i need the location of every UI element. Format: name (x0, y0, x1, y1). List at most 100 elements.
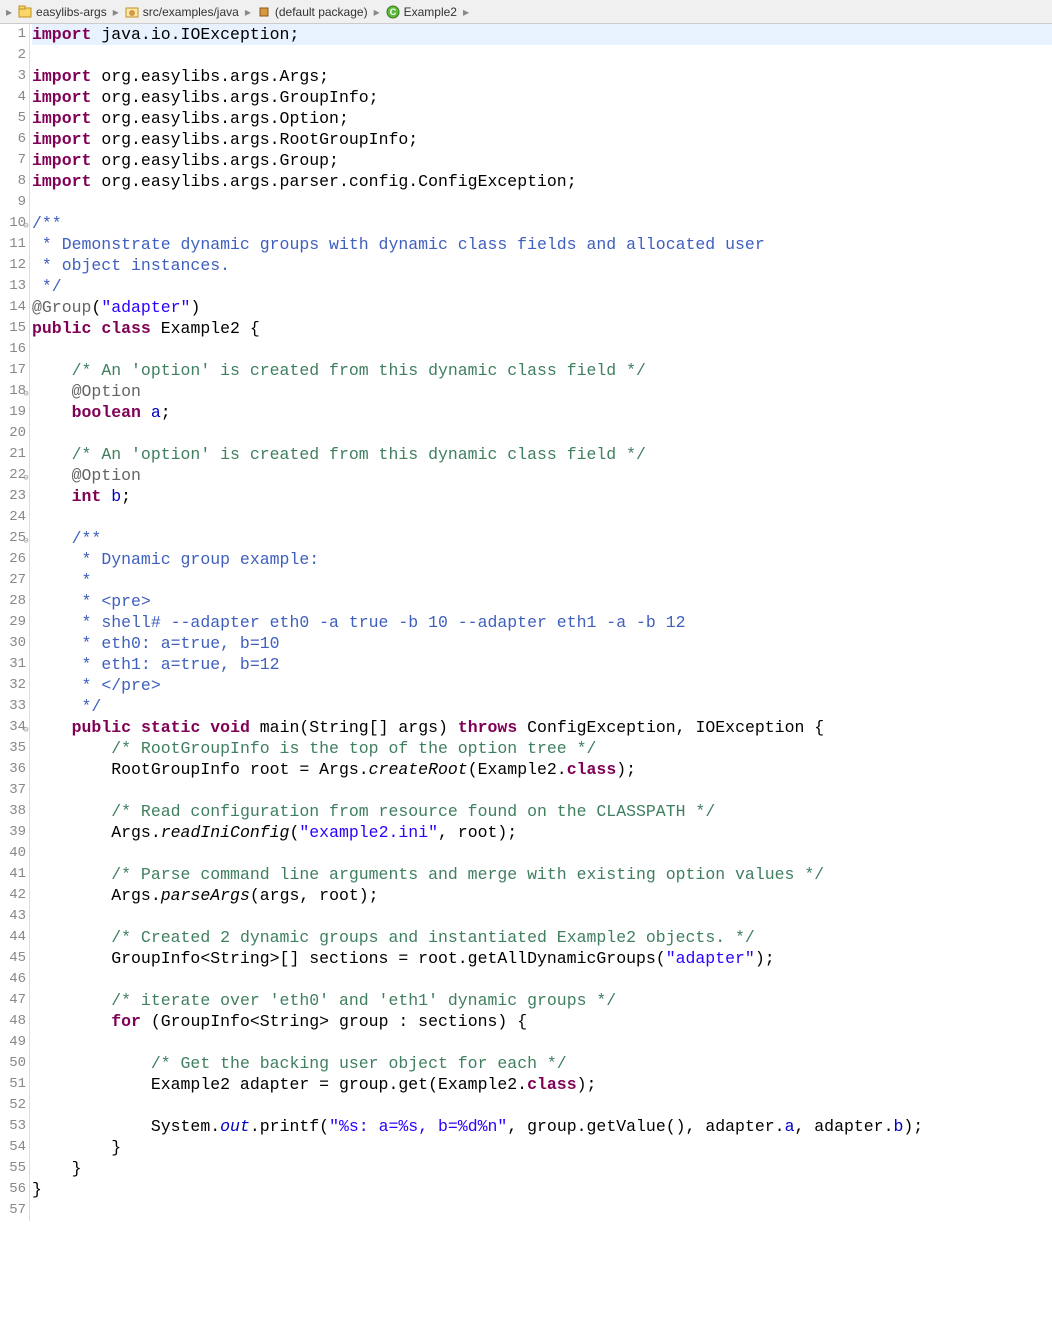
code-line[interactable]: /** (32, 213, 1052, 234)
code-line[interactable]: import org.easylibs.args.Option; (32, 108, 1052, 129)
code-token: Example2 { (151, 319, 260, 338)
code-line[interactable]: import org.easylibs.args.GroupInfo; (32, 87, 1052, 108)
code-line[interactable]: * shell# --adapter eth0 -a true -b 10 --… (32, 612, 1052, 633)
code-line[interactable]: * eth0: a=true, b=10 (32, 633, 1052, 654)
code-token: "%s: a=%s, b=%d%n" (329, 1117, 507, 1136)
line-number: 12 (0, 255, 29, 276)
code-line[interactable] (32, 339, 1052, 360)
code-line[interactable] (32, 45, 1052, 66)
code-line[interactable]: @Group("adapter") (32, 297, 1052, 318)
code-token (32, 529, 72, 548)
code-token: java.io.IOException; (91, 25, 299, 44)
code-token: GroupInfo<String>[] sections = root.getA… (32, 949, 666, 968)
line-number: 20 (0, 423, 29, 444)
code-line[interactable]: Example2 adapter = group.get(Example2.cl… (32, 1074, 1052, 1095)
code-token: /* RootGroupInfo is the top of the optio… (111, 739, 596, 758)
code-token: * eth1: a=true, b=12 (72, 655, 280, 674)
code-line[interactable]: import org.easylibs.args.RootGroupInfo; (32, 129, 1052, 150)
code-line[interactable]: import org.easylibs.args.Args; (32, 66, 1052, 87)
code-token: public (72, 718, 131, 737)
code-line[interactable]: * </pre> (32, 675, 1052, 696)
code-token: a (785, 1117, 795, 1136)
code-token: ); (577, 1075, 597, 1094)
code-line[interactable]: @Option (32, 465, 1052, 486)
code-token: /* Parse command line arguments and merg… (111, 865, 824, 884)
code-token (32, 865, 111, 884)
code-line[interactable]: } (32, 1179, 1052, 1200)
code-line[interactable] (32, 843, 1052, 864)
breadcrumb-project[interactable]: easylibs-args (14, 5, 111, 19)
code-token: * object instances. (32, 256, 230, 275)
code-line[interactable]: import org.easylibs.args.Group; (32, 150, 1052, 171)
code-token: ; (121, 487, 131, 506)
svg-text:C: C (389, 7, 396, 17)
breadcrumb-class[interactable]: C Example2 (382, 5, 461, 19)
code-token: public (32, 319, 91, 338)
code-line[interactable] (32, 192, 1052, 213)
code-line[interactable]: /** (32, 528, 1052, 549)
code-token: boolean (72, 403, 141, 422)
code-line[interactable]: public class Example2 { (32, 318, 1052, 339)
line-number: 54 (0, 1137, 29, 1158)
code-line[interactable]: /* An 'option' is created from this dyna… (32, 360, 1052, 381)
code-token (32, 634, 72, 653)
line-number: 49 (0, 1032, 29, 1053)
code-line[interactable] (32, 507, 1052, 528)
code-line[interactable]: /* Read configuration from resource foun… (32, 801, 1052, 822)
code-line[interactable] (32, 780, 1052, 801)
code-line[interactable]: RootGroupInfo root = Args.createRoot(Exa… (32, 759, 1052, 780)
code-line[interactable]: * Dynamic group example: (32, 549, 1052, 570)
code-line[interactable]: Args.parseArgs(args, root); (32, 885, 1052, 906)
code-line[interactable]: /* Parse command line arguments and merg… (32, 864, 1052, 885)
code-line[interactable]: public static void main(String[] args) t… (32, 717, 1052, 738)
code-line[interactable] (32, 969, 1052, 990)
line-number: 57 (0, 1200, 29, 1221)
code-line[interactable] (32, 1032, 1052, 1053)
code-line[interactable]: int b; (32, 486, 1052, 507)
code-line[interactable]: } (32, 1137, 1052, 1158)
code-line[interactable]: @Option (32, 381, 1052, 402)
code-area[interactable]: import java.io.IOException; import org.ea… (30, 24, 1052, 1221)
code-line[interactable]: * (32, 570, 1052, 591)
code-token (32, 382, 72, 401)
breadcrumb-source-folder[interactable]: src/examples/java (121, 5, 243, 19)
code-line[interactable] (32, 906, 1052, 927)
line-number: 19 (0, 402, 29, 423)
line-number: 4 (0, 87, 29, 108)
code-token: /** (32, 214, 62, 233)
code-line[interactable] (32, 1095, 1052, 1116)
code-token: @Option (72, 382, 141, 401)
code-line[interactable]: } (32, 1158, 1052, 1179)
code-line[interactable]: /* RootGroupInfo is the top of the optio… (32, 738, 1052, 759)
breadcrumb: ▸ easylibs-args ▸ src/examples/java ▸ (d… (0, 0, 1052, 24)
code-line[interactable]: /* Created 2 dynamic groups and instanti… (32, 927, 1052, 948)
code-line[interactable]: System.out.printf("%s: a=%s, b=%d%n", gr… (32, 1116, 1052, 1137)
code-line[interactable]: * object instances. (32, 255, 1052, 276)
code-line[interactable]: /* Get the backing user object for each … (32, 1053, 1052, 1074)
line-number: 29 (0, 612, 29, 633)
code-token: parseArgs (161, 886, 250, 905)
line-number: 30 (0, 633, 29, 654)
code-token (32, 550, 72, 569)
code-line[interactable]: boolean a; (32, 402, 1052, 423)
code-line[interactable] (32, 1200, 1052, 1221)
code-line[interactable] (32, 423, 1052, 444)
chevron-right-icon: ▸ (4, 5, 14, 19)
code-line[interactable]: import java.io.IOException; (32, 24, 1052, 45)
code-editor[interactable]: 12345678910⊖1112131415161718⊖19202122⊖23… (0, 24, 1052, 1221)
code-line[interactable]: for (GroupInfo<String> group : sections)… (32, 1011, 1052, 1032)
code-line[interactable]: */ (32, 276, 1052, 297)
code-line[interactable]: /* iterate over 'eth0' and 'eth1' dynami… (32, 990, 1052, 1011)
code-line[interactable]: Args.readIniConfig("example2.ini", root)… (32, 822, 1052, 843)
breadcrumb-package[interactable]: (default package) (253, 5, 372, 19)
line-number: 3 (0, 66, 29, 87)
chevron-right-icon: ▸ (372, 5, 382, 19)
code-line[interactable]: /* An 'option' is created from this dyna… (32, 444, 1052, 465)
code-line[interactable]: * Demonstrate dynamic groups with dynami… (32, 234, 1052, 255)
code-line[interactable]: * <pre> (32, 591, 1052, 612)
code-line[interactable]: GroupInfo<String>[] sections = root.getA… (32, 948, 1052, 969)
line-number: 31 (0, 654, 29, 675)
code-line[interactable]: */ (32, 696, 1052, 717)
code-line[interactable]: * eth1: a=true, b=12 (32, 654, 1052, 675)
code-line[interactable]: import org.easylibs.args.parser.config.C… (32, 171, 1052, 192)
